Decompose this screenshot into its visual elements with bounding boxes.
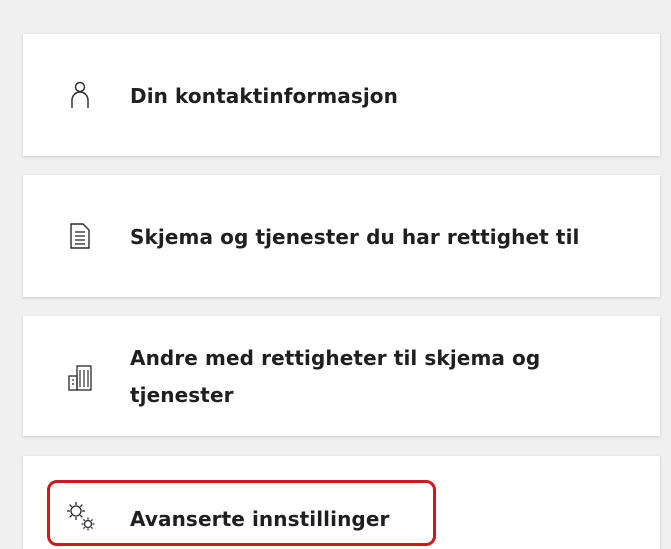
highlight-outline xyxy=(47,480,436,546)
menu-item-label: Din kontaktinformasjon xyxy=(130,84,398,108)
document-list-icon xyxy=(66,221,94,251)
person-icon xyxy=(66,80,94,110)
menu-item-contact-info[interactable]: Din kontaktinformasjon xyxy=(23,34,660,156)
menu-item-forms-services[interactable]: Skjema og tjenester du har rettighet til xyxy=(23,175,660,297)
settings-page: Din kontaktinformasjon Skjema og tjenest… xyxy=(0,0,671,549)
menu-item-label: Andre med rettigheter til skjema og tjen… xyxy=(130,346,541,407)
menu-item-others-rights[interactable]: Andre med rettigheter til skjema og tjen… xyxy=(23,316,660,436)
menu-item-label: Skjema og tjenester du har rettighet til xyxy=(130,225,580,249)
building-icon xyxy=(66,362,94,392)
